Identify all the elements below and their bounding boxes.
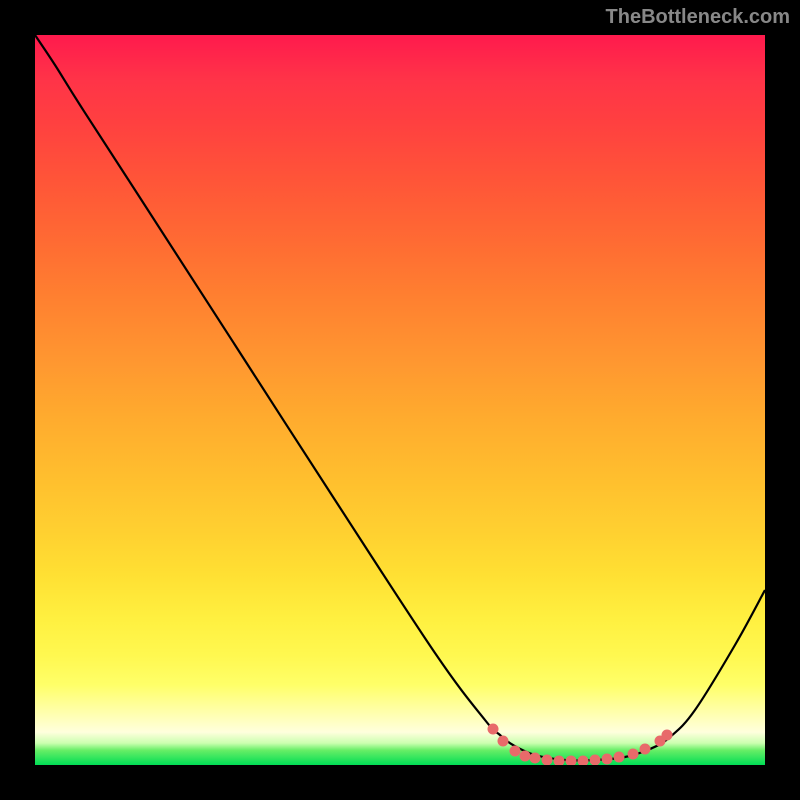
data-point-dot (602, 754, 613, 765)
watermark-text: TheBottleneck.com (606, 6, 790, 29)
data-point-dot (590, 755, 601, 766)
data-point-dot (662, 730, 673, 741)
data-point-dot (520, 751, 531, 762)
data-point-dot (510, 746, 521, 757)
data-point-dot (640, 744, 651, 755)
plot-area (35, 35, 765, 765)
data-point-dot (578, 756, 589, 766)
data-point-dot (530, 753, 541, 764)
red-dots-group (488, 724, 673, 766)
data-point-dot (498, 736, 509, 747)
data-point-dot (614, 752, 625, 763)
data-point-dot (554, 756, 565, 766)
data-point-dot (542, 755, 553, 766)
main-curve-path (35, 35, 765, 761)
chart-svg (35, 35, 765, 765)
data-point-dot (488, 724, 499, 735)
data-point-dot (628, 749, 639, 760)
data-point-dot (566, 756, 577, 766)
